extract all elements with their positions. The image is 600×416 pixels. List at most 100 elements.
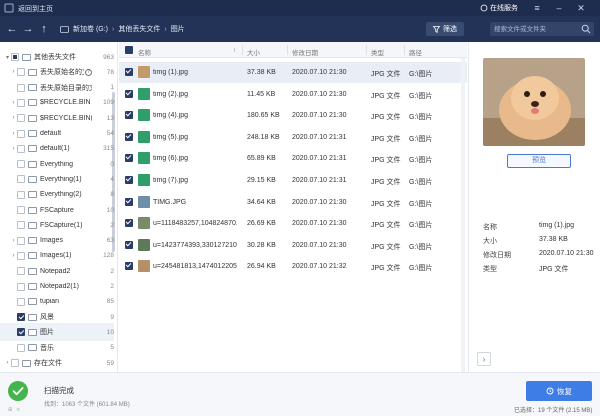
tree-item-count: 2 (110, 221, 114, 229)
row-checkbox[interactable] (125, 111, 133, 120)
row-checkbox[interactable] (125, 197, 133, 206)
search-input[interactable] (494, 24, 580, 34)
grid-icon[interactable]: ⊞ (8, 407, 13, 413)
tree-checkbox[interactable] (11, 359, 19, 367)
expand-arrow-icon[interactable]: › (10, 69, 17, 75)
file-thumbnail-icon (138, 260, 150, 273)
expand-arrow-icon[interactable]: ▾ (4, 54, 11, 61)
expand-arrow-icon[interactable]: › (10, 100, 17, 106)
filter-button[interactable]: 筛选 (426, 22, 464, 36)
table-row[interactable]: timg (1).jpg 37.38 KB 2020.07.10 21:30 JPG … (119, 62, 467, 83)
tree-item-count: 10 (106, 206, 114, 214)
help-icon[interactable]: ? (85, 68, 92, 76)
tree-checkbox[interactable] (17, 129, 25, 138)
tree-item-label: 音乐 (40, 344, 54, 352)
tree-item-label: 其他丢失文件 (34, 54, 76, 61)
row-checkbox[interactable] (125, 154, 133, 163)
tree-checkbox[interactable] (17, 328, 25, 337)
expand-arrow-icon[interactable]: › (10, 115, 17, 121)
column-date[interactable]: 修改日期 (292, 47, 318, 57)
expand-arrow-icon[interactable]: › (10, 253, 17, 259)
table-row[interactable]: u=245481813,1474012205... 26.94 KB 2020.07… (119, 256, 467, 277)
file-name: u=1423774393,330127210... (153, 241, 237, 249)
file-date: 2020.07.10 21:30 (292, 112, 347, 120)
tree-checkbox[interactable] (17, 297, 25, 306)
tree-checkbox[interactable] (17, 83, 25, 92)
tree-checkbox[interactable] (17, 114, 25, 123)
column-size[interactable]: 大小 (247, 47, 260, 57)
row-checkbox[interactable] (125, 219, 133, 228)
select-all-checkbox[interactable] (125, 46, 133, 56)
tree-checkbox[interactable] (17, 175, 25, 184)
sort-arrow-icon[interactable]: ↑ (233, 47, 236, 54)
tree-checkbox[interactable] (17, 267, 25, 276)
tree-checkbox[interactable] (17, 160, 25, 169)
menu-icon[interactable]: ≡ (530, 1, 544, 15)
expand-arrow-icon[interactable]: › (10, 131, 17, 137)
tree-checkbox[interactable] (17, 190, 25, 199)
tree-checkbox[interactable] (17, 68, 25, 77)
column-name[interactable]: 名称 (138, 47, 151, 57)
tree-checkbox[interactable] (11, 53, 19, 61)
tree-checkbox[interactable] (17, 98, 25, 107)
expand-arrow-icon[interactable]: › (4, 360, 11, 366)
search-box[interactable] (490, 22, 594, 36)
breadcrumb-drive[interactable]: 新加卷 (G:) (73, 24, 108, 34)
file-name: timg (6).jpg (153, 155, 189, 163)
table-row[interactable]: u=1423774393,330127210... 30.28 KB 2020.07… (119, 235, 467, 256)
back-home-icon[interactable] (4, 3, 14, 13)
row-checkbox[interactable] (125, 89, 133, 98)
tree-item-count: 9 (110, 313, 114, 321)
up-arrow-icon[interactable]: ↑ (38, 23, 50, 35)
expand-arrow-icon[interactable]: › (10, 146, 17, 152)
row-checkbox[interactable] (125, 68, 133, 76)
row-checkbox[interactable] (125, 176, 133, 184)
table-row[interactable]: timg (2).jpg 11.45 KB 2020.07.10 21:30 JPG … (119, 84, 467, 105)
folder-icon (22, 359, 31, 367)
expand-arrow-icon[interactable]: › (10, 238, 17, 244)
search-icon[interactable] (581, 24, 591, 34)
tree-item[interactable]: › 存在文件 59 (0, 354, 114, 372)
table-row[interactable]: TIMG.JPG 34.64 KB 2020.07.10 21:30 JPG 文件 G:… (119, 192, 467, 213)
table-scrollbar[interactable] (461, 58, 465, 372)
column-type[interactable]: 类型 (371, 47, 384, 57)
column-divider (366, 45, 367, 55)
table-row[interactable]: timg (5).jpg 248.18 KB 2020.07.10 21:31 JPG… (119, 127, 467, 148)
table-row[interactable]: timg (7).jpg 29.15 KB 2020.07.10 21:31 JPG … (119, 170, 467, 191)
tree-checkbox[interactable] (17, 221, 25, 230)
row-checkbox[interactable] (125, 132, 133, 141)
row-checkbox[interactable] (125, 240, 133, 249)
tree-checkbox[interactable] (17, 144, 25, 153)
minimize-icon[interactable]: – (552, 1, 566, 15)
tree-checkbox[interactable] (17, 206, 25, 214)
breadcrumb-current[interactable]: 图片 (171, 24, 185, 34)
table-row[interactable]: timg (6).jpg 65.89 KB 2020.07.10 21:31 JPG … (119, 148, 467, 169)
file-type: JPG 文件 (371, 135, 401, 143)
forward-arrow-icon[interactable]: → (22, 23, 34, 35)
table-row[interactable]: u=1118483257,104824870... 26.69 KB 2020.07… (119, 213, 467, 234)
list-icon[interactable]: ≡ (17, 407, 20, 413)
tree-checkbox[interactable] (17, 236, 25, 245)
row-checkbox[interactable] (125, 262, 133, 271)
breadcrumb: 新加卷 (G:) › 其他丢失文件 › 图片 (60, 24, 185, 34)
tree-item-label: 存在文件 (34, 360, 62, 367)
file-size: 29.15 KB (247, 177, 276, 184)
file-path: G:\图片 (409, 243, 433, 251)
column-path[interactable]: 路径 (409, 47, 422, 57)
tree-checkbox[interactable] (17, 251, 25, 260)
table-row[interactable]: timg (4).jpg 180.65 KB 2020.07.10 21:30 JPG… (119, 105, 467, 126)
recover-button[interactable]: 恢复 (526, 381, 592, 401)
tree-checkbox[interactable] (17, 313, 25, 322)
tree-checkbox[interactable] (17, 343, 25, 352)
file-name: u=1118483257,104824870... (153, 220, 237, 228)
meta-key: 名称 (483, 224, 497, 231)
back-to-home-link[interactable]: 返回到主页 (18, 4, 53, 14)
close-icon[interactable]: ✕ (574, 1, 588, 15)
back-arrow-icon[interactable]: ← (6, 23, 18, 35)
preview-button[interactable]: 预览 (507, 154, 571, 168)
file-path: G:\图片 (409, 114, 433, 122)
online-service-button[interactable]: 在线服务 (480, 3, 518, 13)
breadcrumb-folder[interactable]: 其他丢失文件 (118, 24, 160, 34)
tree-checkbox[interactable] (17, 282, 25, 291)
next-arrow-icon[interactable]: › (477, 352, 491, 366)
